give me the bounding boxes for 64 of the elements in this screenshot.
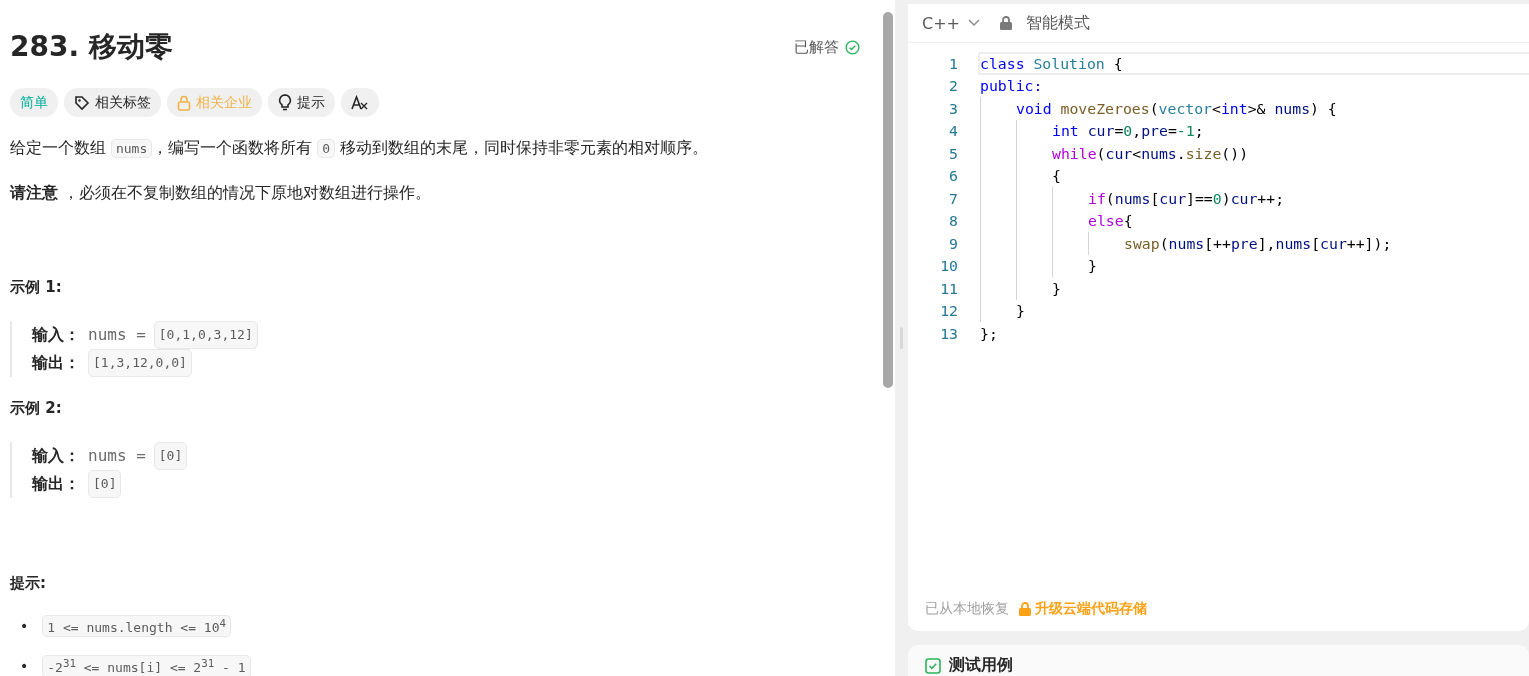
- tag-icon: [74, 94, 90, 111]
- hint-button[interactable]: 提示: [268, 88, 335, 117]
- line-number: 1: [948, 54, 959, 72]
- output-value: [0]: [88, 470, 122, 498]
- restore-note: 已从本地恢复: [925, 600, 1009, 618]
- code-line: swap(nums[++pre],nums[cur++]);: [978, 232, 1529, 255]
- input-name: nums =: [88, 324, 146, 346]
- chevron-down-icon: [968, 19, 980, 27]
- input-value: [0]: [153, 442, 188, 470]
- line-number: 13: [939, 324, 959, 342]
- line-number: 10: [939, 257, 959, 275]
- lock-icon: [177, 94, 191, 111]
- scrollbar-thumb[interactable]: [882, 12, 893, 388]
- problem-title: 283. 移动零: [10, 29, 173, 65]
- code-line: if(nums[cur]==0)cur++;: [978, 187, 1529, 210]
- example-heading: 示例 2:: [10, 399, 63, 418]
- input-name: nums =: [88, 445, 146, 467]
- constraint-text: -2$^{31}$ <= nums[i] <= 2$^{31}$ - 1: [42, 655, 251, 676]
- bullet: •: [20, 658, 29, 675]
- line-number: 8: [948, 212, 959, 230]
- mode-label: 智能模式: [1026, 12, 1090, 34]
- line-number: 7: [948, 189, 959, 207]
- input-value: [0,1,0,3,12]: [153, 321, 258, 349]
- code-line: }: [978, 299, 1529, 322]
- solved-status: 已解答: [794, 37, 870, 57]
- output-label: 输出：: [32, 474, 80, 495]
- line-number: 11: [939, 279, 959, 297]
- code-line: class Solution {: [978, 52, 1529, 75]
- translate-icon: [351, 94, 369, 111]
- example-heading: 示例 1:: [10, 278, 63, 297]
- input-label: 输入：: [32, 325, 80, 346]
- line-number: 6: [948, 167, 959, 185]
- code-line: };: [979, 323, 999, 344]
- code-line: int cur=0,pre=-1;: [978, 119, 1529, 142]
- description-paragraph: 给定一个数组 nums ，编写一个函数将所有 0 移动到数组的末尾，同时保持非零元素的相对顺序。: [10, 138, 709, 160]
- lock-icon: [1019, 602, 1031, 616]
- output-value: [1,3,12,0,0]: [88, 349, 192, 377]
- output-label: 输出：: [32, 353, 80, 374]
- code-line: }: [978, 254, 1529, 277]
- line-number: 3: [948, 99, 959, 117]
- constraints-heading: 提示:: [10, 574, 47, 593]
- topics-button[interactable]: 相关标签: [64, 88, 161, 117]
- bullet: •: [20, 618, 29, 635]
- code-line: public:: [979, 76, 1044, 97]
- code-line: }: [978, 277, 1529, 300]
- lock-icon: [1000, 16, 1012, 30]
- constraint-text: 1 <= nums.length <= 10$^{4}$: [42, 615, 231, 638]
- translate-button[interactable]: [341, 88, 379, 117]
- lightbulb-icon: [278, 94, 292, 111]
- code-line: void moveZeroes(vector<int>& nums) {: [978, 97, 1529, 120]
- code-line: else{: [978, 209, 1529, 232]
- input-label: 输入：: [32, 446, 80, 467]
- line-number: 4: [948, 122, 959, 140]
- line-number: 12: [939, 302, 959, 320]
- line-number: 9: [948, 234, 959, 252]
- code-line: {: [978, 164, 1529, 187]
- language-selector[interactable]: C++: [922, 13, 986, 33]
- code-line: while(cur<nums.size()): [978, 142, 1529, 165]
- line-number: 5: [948, 144, 959, 162]
- line-number: 2: [948, 77, 959, 95]
- check-circle-icon: [845, 39, 860, 55]
- testcase-tab[interactable]: 测试用例: [949, 655, 1013, 676]
- description-paragraph: 请注意 ，必须在不复制数组的情况下原地对数组进行操作。: [10, 183, 432, 204]
- checkbox-icon: [925, 658, 941, 674]
